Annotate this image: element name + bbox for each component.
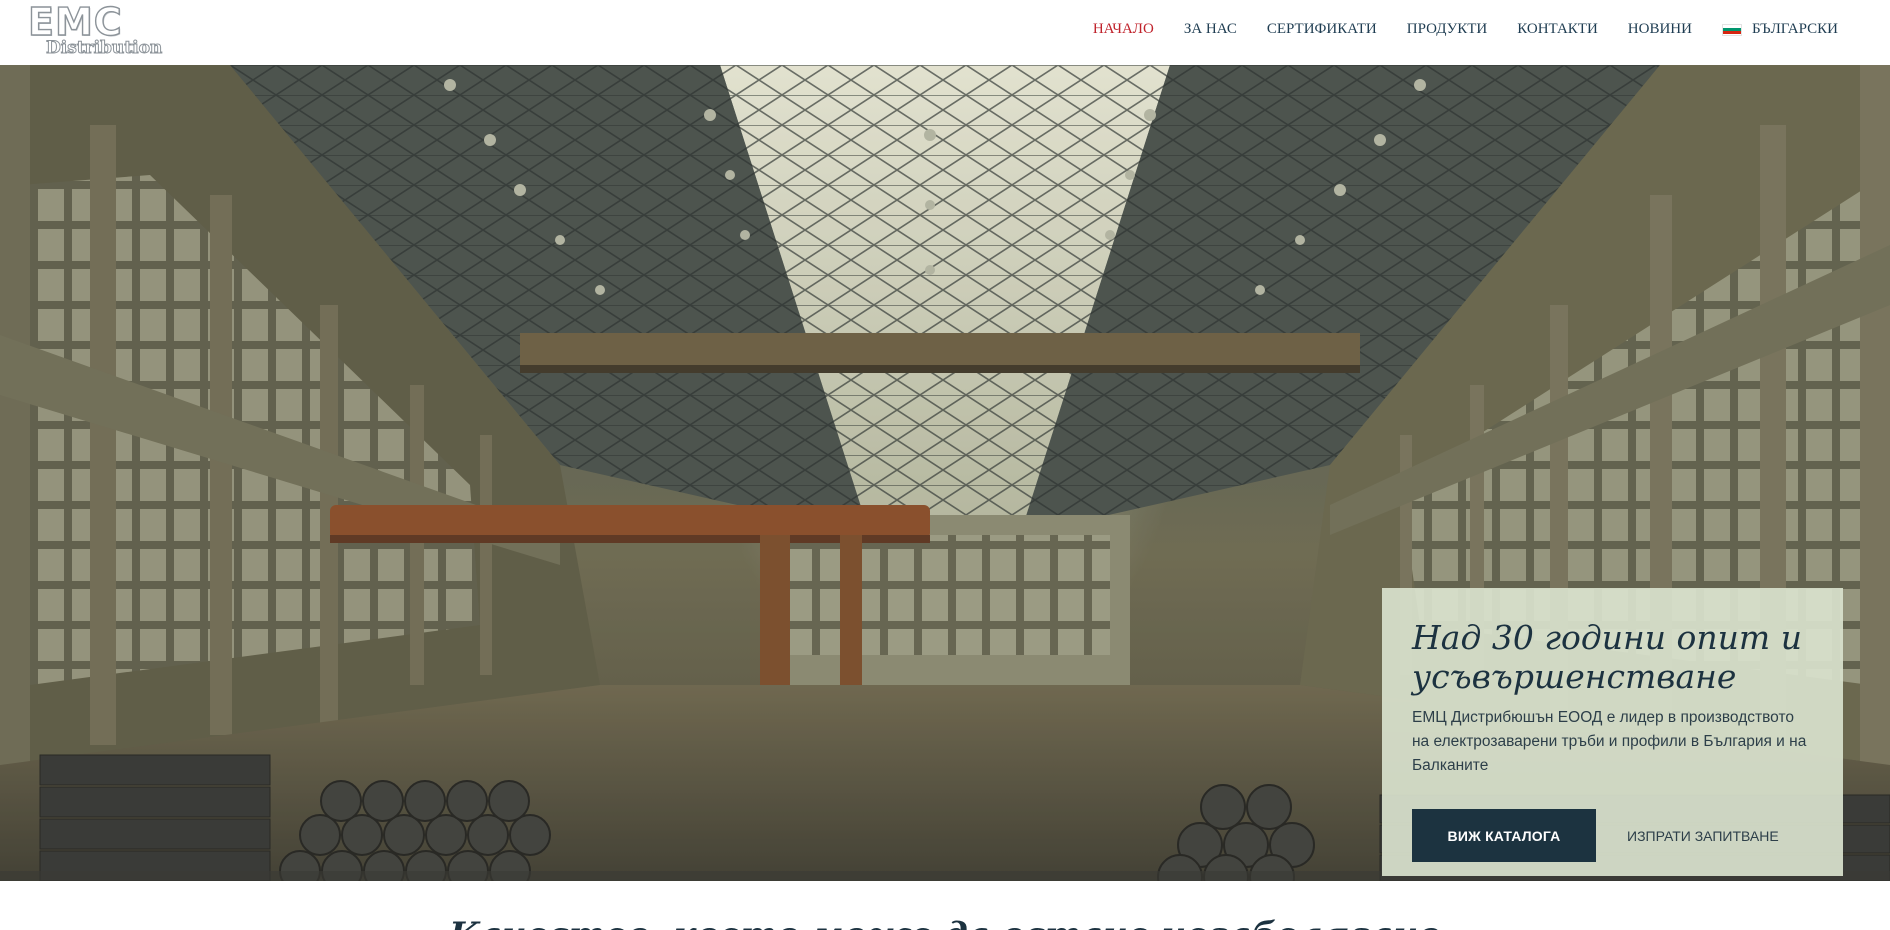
bulgarian-flag-icon: [1721, 23, 1742, 36]
hero-banner: Над 30 години опит и усъвършенстване ЕМЦ…: [0, 65, 1890, 881]
nav-contacts[interactable]: КОНТАКТИ: [1517, 21, 1598, 38]
hero-actions: ВИЖ КАТАЛОГА ИЗПРАТИ ЗАПИТВАНЕ: [1412, 809, 1813, 862]
hero-title: Над 30 години опит и усъвършенстване: [1412, 618, 1802, 696]
nav-products[interactable]: ПРОДУКТИ: [1407, 21, 1487, 38]
section-heading: Качество, което може да остане незабеляз…: [0, 915, 1890, 930]
site-header: EMC Distribution НАЧАЛО ЗА НАС СЕРТИФИКА…: [0, 0, 1890, 65]
hero-info-card: Над 30 години опит и усъвършенстване ЕМЦ…: [1382, 588, 1843, 876]
send-inquiry-link[interactable]: ИЗПРАТИ ЗАПИТВАНЕ: [1627, 828, 1779, 844]
nav-certificates[interactable]: СЕРТИФИКАТИ: [1267, 21, 1377, 38]
nav-news[interactable]: НОВИНИ: [1628, 21, 1692, 38]
language-switcher[interactable]: БЪЛГАРСКИ: [1721, 21, 1838, 38]
logo-text-distribution: Distribution: [45, 38, 163, 59]
company-logo[interactable]: EMC Distribution: [27, 0, 168, 59]
language-label: БЪЛГАРСКИ: [1751, 21, 1838, 37]
nav-about[interactable]: ЗА НАС: [1184, 21, 1237, 38]
hero-description: ЕМЦ Дистрибюшън ЕООД е лидер в производс…: [1412, 709, 1807, 774]
view-catalog-button[interactable]: ВИЖ КАТАЛОГА: [1412, 809, 1596, 862]
main-nav: НАЧАЛО ЗА НАС СЕРТИФИКАТИ ПРОДУКТИ КОНТА…: [1063, 21, 1838, 38]
nav-home[interactable]: НАЧАЛО: [1093, 21, 1154, 38]
